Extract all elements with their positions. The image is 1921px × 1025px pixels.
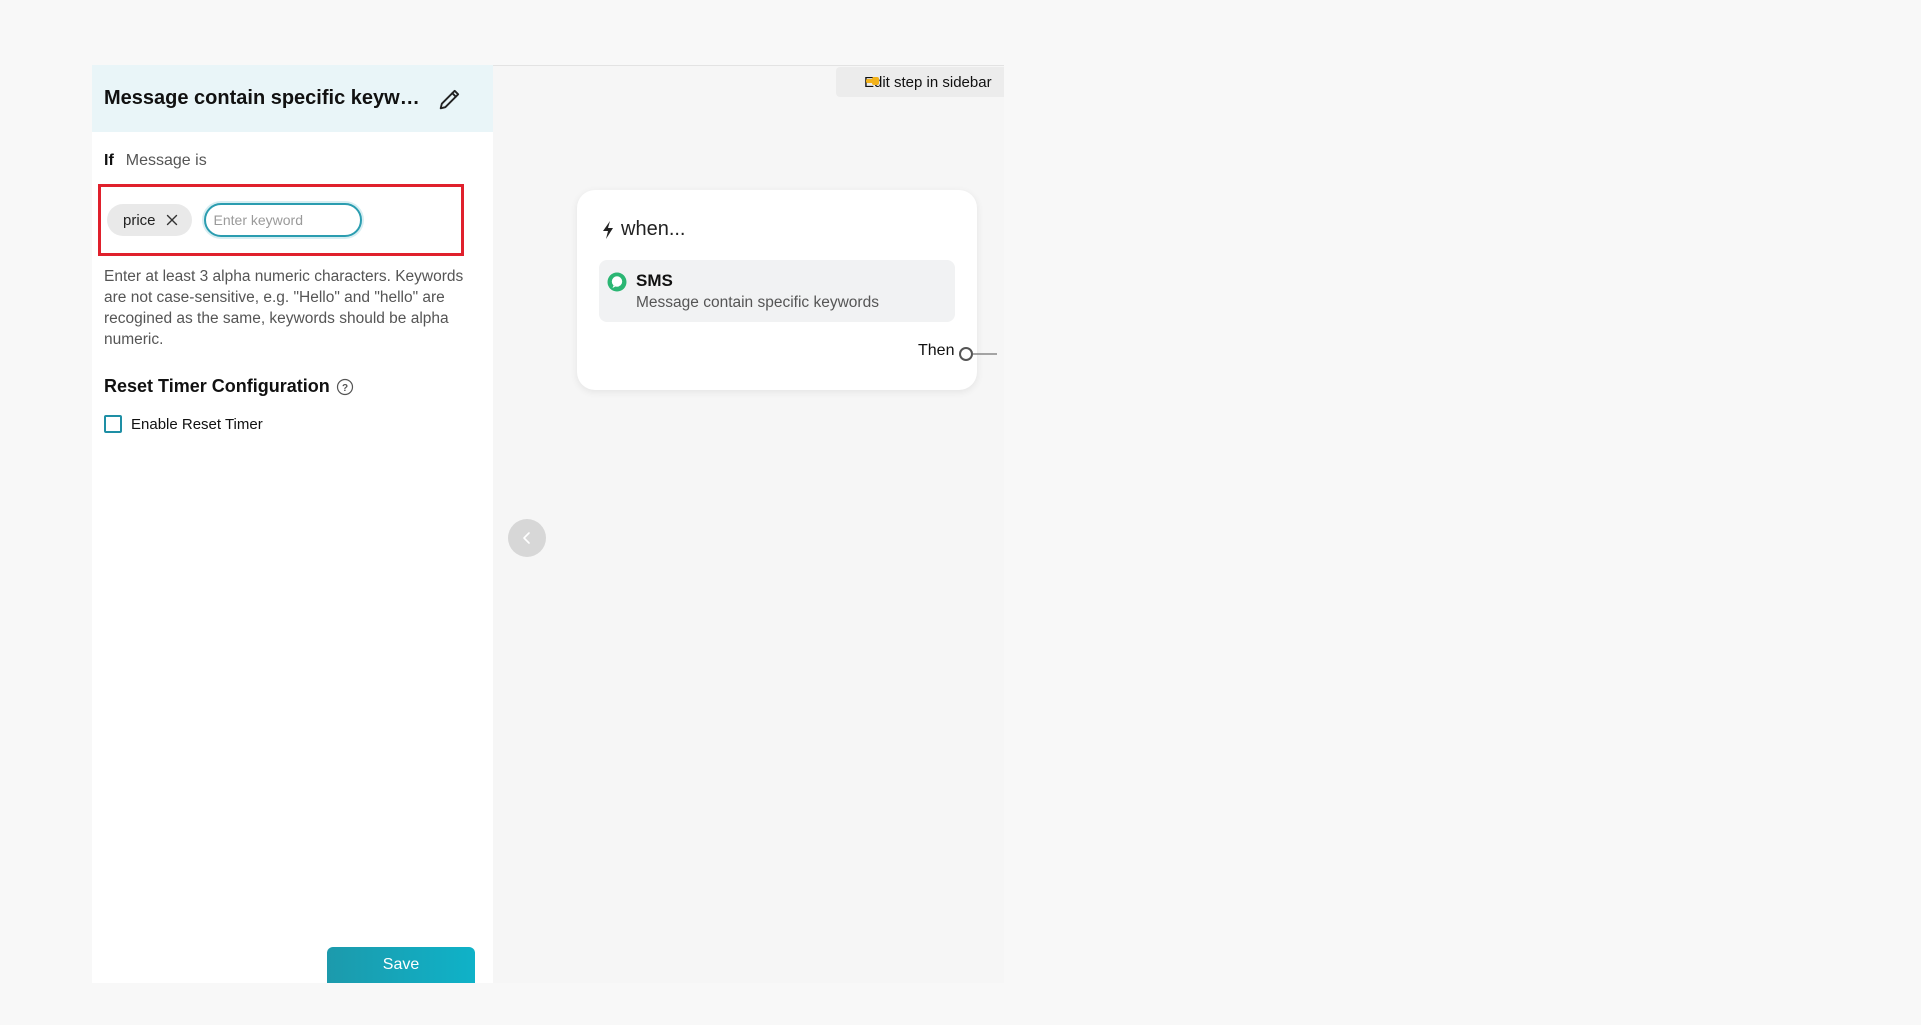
reset-timer-title: Reset Timer Configuration — [104, 376, 330, 396]
bolt-icon — [603, 220, 613, 239]
trigger-step-title: SMS — [636, 271, 673, 290]
help-circle-icon[interactable]: ? — [336, 378, 354, 396]
save-button[interactable]: Save — [327, 947, 475, 983]
reset-timer-heading: Reset Timer Configuration ? — [104, 376, 481, 397]
connector-handle[interactable] — [957, 344, 997, 364]
trigger-header: when... — [601, 218, 685, 241]
workflow-editor: Message contain specific keywords If Mes… — [92, 65, 1004, 983]
hand-pointing-icon — [866, 77, 879, 85]
workflow-canvas[interactable]: Edit step in sidebar when... SMS Message… — [493, 65, 1004, 983]
keyword-input-group: price — [98, 184, 464, 256]
edit-step-hint-text: Edit step in sidebar — [864, 73, 992, 91]
enable-reset-timer-label: Enable Reset Timer — [131, 415, 263, 433]
keyword-input[interactable] — [203, 203, 362, 237]
keyword-chip-label: price — [123, 211, 156, 229]
svg-text:?: ? — [342, 383, 348, 394]
if-label: If — [104, 152, 114, 169]
keyword-helper-text: Enter at least 3 alpha numeric character… — [104, 268, 464, 348]
step-sidebar: Message contain specific keywords If Mes… — [92, 65, 493, 983]
sidebar-body: If Message is price Enter at least 3 alp… — [92, 132, 493, 433]
then-label: Then — [918, 342, 955, 359]
trigger-header-text: when... — [621, 218, 686, 240]
edit-pencil-icon[interactable] — [436, 85, 464, 113]
trigger-step[interactable]: SMS Message contain specific keywords — [599, 260, 955, 322]
sms-chat-icon — [607, 272, 627, 292]
keyword-chip: price — [107, 204, 192, 236]
edit-step-hint: Edit step in sidebar — [836, 67, 1004, 97]
condition-row: If Message is — [104, 152, 481, 170]
reset-timer-option[interactable]: Enable Reset Timer — [104, 415, 481, 433]
enable-reset-timer-checkbox[interactable] — [104, 415, 122, 433]
canvas-divider — [493, 65, 1004, 66]
collapse-sidebar-button[interactable] — [508, 519, 546, 557]
step-title: Message contain specific keywords — [104, 87, 422, 109]
condition-label: Message is — [125, 152, 207, 169]
trigger-node[interactable]: when... SMS Message contain specific key… — [577, 190, 997, 390]
trigger-step-subtitle: Message contain specific keywords — [636, 294, 879, 311]
close-icon[interactable] — [166, 214, 178, 226]
sidebar-header: Message contain specific keywords — [92, 65, 493, 132]
chevron-left-icon — [523, 532, 530, 544]
